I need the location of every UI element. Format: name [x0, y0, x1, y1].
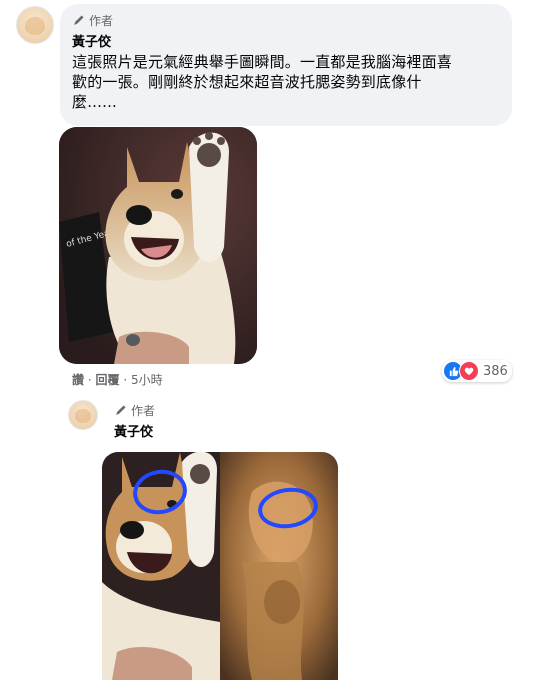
like-link[interactable]: 讚 — [72, 373, 84, 387]
author-badge-label: 作者 — [89, 13, 114, 28]
love-reaction-icon — [459, 361, 479, 381]
reply-header: 作者 黃子佼 — [114, 402, 155, 441]
comment-text: 這張照片是元氣經典舉手圖瞬間。一直都是我腦海裡面喜 歡的一張。剛剛終於想起來超音… — [72, 52, 500, 112]
comment-text-line: 麼...... — [72, 93, 118, 111]
dog-photo: of the Year — [59, 127, 257, 364]
author-badge: 作者 — [114, 402, 155, 418]
timestamp[interactable]: 5小時 — [131, 373, 163, 387]
comment-photo[interactable]: of the Year — [59, 127, 257, 364]
reaction-count: 386 — [483, 363, 508, 379]
pencil-icon — [116, 405, 126, 415]
reply-photo[interactable] — [102, 452, 338, 680]
separator: · — [123, 373, 128, 387]
author-badge: 作者 — [72, 12, 500, 28]
separator: · — [87, 373, 92, 387]
author-avatar[interactable] — [16, 6, 54, 44]
comment-text-line: 這張照片是元氣經典舉手圖瞬間。一直都是我腦海裡面喜 — [72, 53, 453, 71]
commenter-name[interactable]: 黃子佼 — [72, 31, 500, 50]
author-badge-label: 作者 — [131, 403, 156, 418]
commenter-name[interactable]: 黃子佼 — [114, 421, 155, 440]
comment-text-line: 歡的一張。剛剛終於想起來超音波托腮姿勢到底像什 — [72, 73, 422, 91]
reply-link[interactable]: 回覆 — [96, 373, 120, 387]
reaction-summary[interactable]: 386 — [442, 360, 512, 382]
comment-bubble: 作者 黃子佼 這張照片是元氣經典舉手圖瞬間。一直都是我腦海裡面喜 歡的一張。剛剛… — [60, 4, 512, 126]
comparison-photo — [102, 452, 338, 680]
pencil-icon — [74, 15, 84, 25]
reply-author-avatar[interactable] — [68, 400, 98, 430]
comment-actions: 讚 · 回覆 · 5小時 — [72, 371, 163, 388]
